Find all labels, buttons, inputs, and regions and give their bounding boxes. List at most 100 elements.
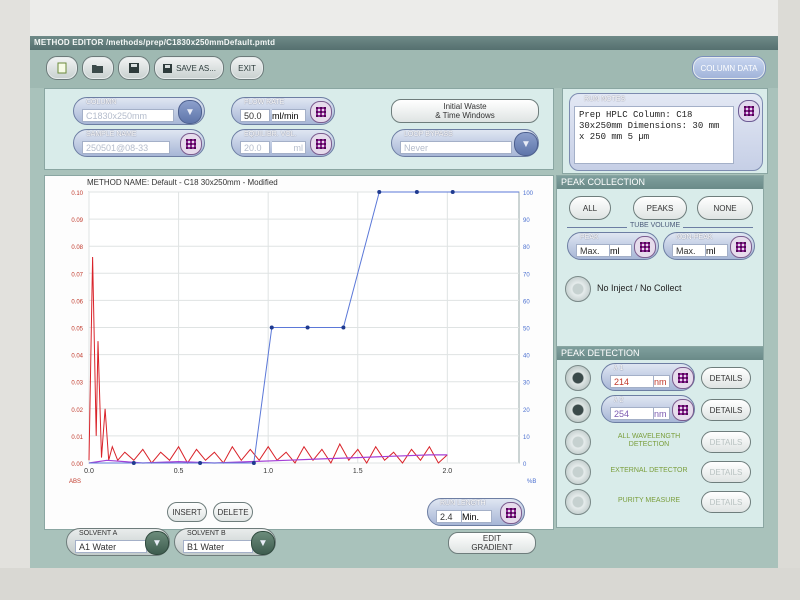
- run-length-keypad-button[interactable]: [500, 502, 522, 524]
- non-peak-volume-keypad-button[interactable]: [730, 236, 752, 258]
- sample-name-keyboard-button[interactable]: [180, 133, 202, 155]
- save-as-label: SAVE AS...: [176, 63, 216, 73]
- lambda2-unit: nm: [654, 407, 670, 420]
- y-left-tick-label: 0.01: [71, 435, 83, 441]
- external-detector-radio[interactable]: [565, 459, 591, 485]
- collect-all-button[interactable]: ALL: [569, 196, 611, 220]
- peak-volume-label: PEAK: [580, 234, 599, 241]
- run-length-unit: Min.: [462, 510, 492, 523]
- external-detector-details-button[interactable]: DETAILS: [701, 461, 751, 483]
- y-right-tick-label: 0: [523, 462, 527, 468]
- gradient-point: [341, 325, 346, 330]
- gradient-point: [450, 190, 455, 194]
- lambda2-radio[interactable]: [565, 397, 591, 423]
- lambda1-keypad-button[interactable]: [672, 367, 694, 389]
- column-data-button[interactable]: COLUMN DATA: [692, 56, 766, 80]
- lambda2-field[interactable]: λ 2 254 nm: [601, 395, 695, 423]
- chevron-down-icon: ▼: [258, 537, 268, 549]
- window-title: METHOD EDITOR /methods/prep/C1830x250mmD…: [30, 36, 778, 50]
- all-wavelength-label: ALL WAVELENGTH DETECTION: [617, 433, 681, 448]
- solvent-b-value: B1 Water: [183, 540, 253, 553]
- loop-bypass-dropdown-button[interactable]: ▼: [514, 132, 538, 156]
- flow-rate-label: FLOW RATE: [244, 99, 285, 106]
- peak-volume-value: Max.: [576, 244, 610, 257]
- save-button[interactable]: [118, 56, 150, 80]
- x-tick-label: 1.5: [353, 468, 363, 475]
- y-right-tick-label: 30: [523, 381, 530, 387]
- y-right-axis-label: %B: [527, 479, 536, 485]
- method-settings-panel: COLUMN C1830x250mm ▼ SAMPLE NAME 250501@…: [44, 88, 554, 170]
- edit-gradient-button[interactable]: EDIT GRADIENT: [448, 532, 536, 554]
- run-notes-frame: RUN NOTES Prep HPLC Column: C18 30x250mm…: [569, 93, 763, 171]
- initial-waste-button[interactable]: Initial Waste & Time Windows: [391, 99, 539, 123]
- lambda1-value: 214: [610, 375, 654, 388]
- solvent-b-selector[interactable]: SOLVENT B B1 Water ▼: [174, 528, 276, 556]
- solvent-a-dropdown-button[interactable]: ▼: [145, 531, 169, 555]
- y-right-tick-label: 60: [523, 299, 530, 305]
- flow-rate-keypad-button[interactable]: [310, 101, 332, 123]
- save-as-button[interactable]: SAVE AS...: [154, 56, 224, 80]
- gradient-point: [198, 461, 203, 465]
- equilibr-vol-label: EQUILIBR. VOL.: [244, 131, 297, 138]
- lambda2-details-button[interactable]: DETAILS: [701, 399, 751, 421]
- save-as-icon: [163, 63, 173, 73]
- no-inject-checkbox[interactable]: [565, 276, 591, 302]
- column-dropdown-button[interactable]: ▼: [178, 100, 202, 124]
- gradient-point: [251, 461, 256, 465]
- column-selector[interactable]: COLUMN C1830x250mm ▼: [73, 97, 205, 125]
- chart-method-name: METHOD NAME: Default - C18 30x250mm - Mo…: [87, 178, 278, 187]
- all-wavelength-details-button[interactable]: DETAILS: [701, 431, 751, 453]
- gradient-point: [414, 190, 419, 194]
- lambda1-radio[interactable]: [565, 365, 591, 391]
- run-notes-keyboard-button[interactable]: [738, 100, 760, 122]
- insert-button[interactable]: INSERT: [167, 502, 207, 522]
- non-peak-volume-label: NON-PEAK: [676, 234, 713, 241]
- peak-volume-field[interactable]: PEAK Max. ml: [567, 232, 659, 260]
- screen: METHOD EDITOR /methods/prep/C1830x250mmD…: [30, 36, 778, 568]
- run-length-field[interactable]: RUN LENGTH 2.4 Min.: [427, 498, 525, 526]
- equilibr-vol-keypad-button[interactable]: [310, 133, 332, 155]
- loop-bypass-label: LOOP BYPASS: [404, 131, 453, 138]
- y-right-tick-label: 20: [523, 408, 530, 414]
- collect-none-button[interactable]: NONE: [697, 196, 753, 220]
- y-left-tick-label: 0.07: [71, 272, 83, 278]
- sample-name-field[interactable]: SAMPLE NAME 250501@08-33: [73, 129, 205, 157]
- x-tick-label: 0.0: [84, 468, 94, 475]
- y-left-tick-label: 0.05: [71, 327, 83, 333]
- run-notes-textarea[interactable]: Prep HPLC Column: C18 30x250mm Dimension…: [574, 106, 734, 164]
- y-right-tick-label: 10: [523, 435, 530, 441]
- peak-volume-keypad-button[interactable]: [634, 236, 656, 258]
- lambda1-details-button[interactable]: DETAILS: [701, 367, 751, 389]
- y-right-tick-label: 70: [523, 272, 530, 278]
- monitor-bezel-left: [0, 0, 30, 600]
- gradient-point: [377, 190, 382, 194]
- gradient-chart[interactable]: 0.000.010.020.030.040.050.060.070.080.09…: [45, 188, 553, 506]
- purity-measure-details-button[interactable]: DETAILS: [701, 491, 751, 513]
- flow-rate-field[interactable]: FLOW RATE 50.0 ml/min: [231, 97, 335, 125]
- all-wavelength-radio[interactable]: [565, 429, 591, 455]
- loop-bypass-selector[interactable]: LOOP BYPASS Never ▼: [391, 129, 539, 157]
- solvent-a-selector[interactable]: SOLVENT A A1 Water ▼: [66, 528, 170, 556]
- solvent-a-value: A1 Water: [75, 540, 147, 553]
- keypad-icon: [316, 107, 326, 117]
- new-file-button[interactable]: [46, 56, 78, 80]
- y-left-tick-label: 0.03: [71, 381, 83, 387]
- y-right-tick-label: 90: [523, 218, 530, 224]
- keypad-icon: [678, 405, 688, 415]
- keypad-icon: [316, 139, 326, 149]
- collect-peaks-button[interactable]: PEAKS: [633, 196, 687, 220]
- open-button[interactable]: [82, 56, 114, 80]
- lambda1-field[interactable]: λ 1 214 nm: [601, 363, 695, 391]
- x-tick-label: 1.0: [263, 468, 273, 475]
- lambda2-keypad-button[interactable]: [672, 399, 694, 421]
- non-peak-volume-field[interactable]: NON-PEAK Max. ml: [663, 232, 755, 260]
- keypad-icon: [506, 508, 516, 518]
- delete-button[interactable]: DELETE: [213, 502, 253, 522]
- y-left-axis-label: ABS: [69, 479, 81, 485]
- purity-measure-label: PURITY MEASURE: [617, 497, 681, 504]
- solvent-b-dropdown-button[interactable]: ▼: [251, 531, 275, 555]
- equilibr-vol-field[interactable]: EQUILIBR. VOL. 20.0 ml: [231, 129, 335, 157]
- purity-measure-radio[interactable]: [565, 489, 591, 515]
- exit-button[interactable]: EXIT: [230, 56, 264, 80]
- run-length-label: RUN LENGTH: [440, 500, 486, 507]
